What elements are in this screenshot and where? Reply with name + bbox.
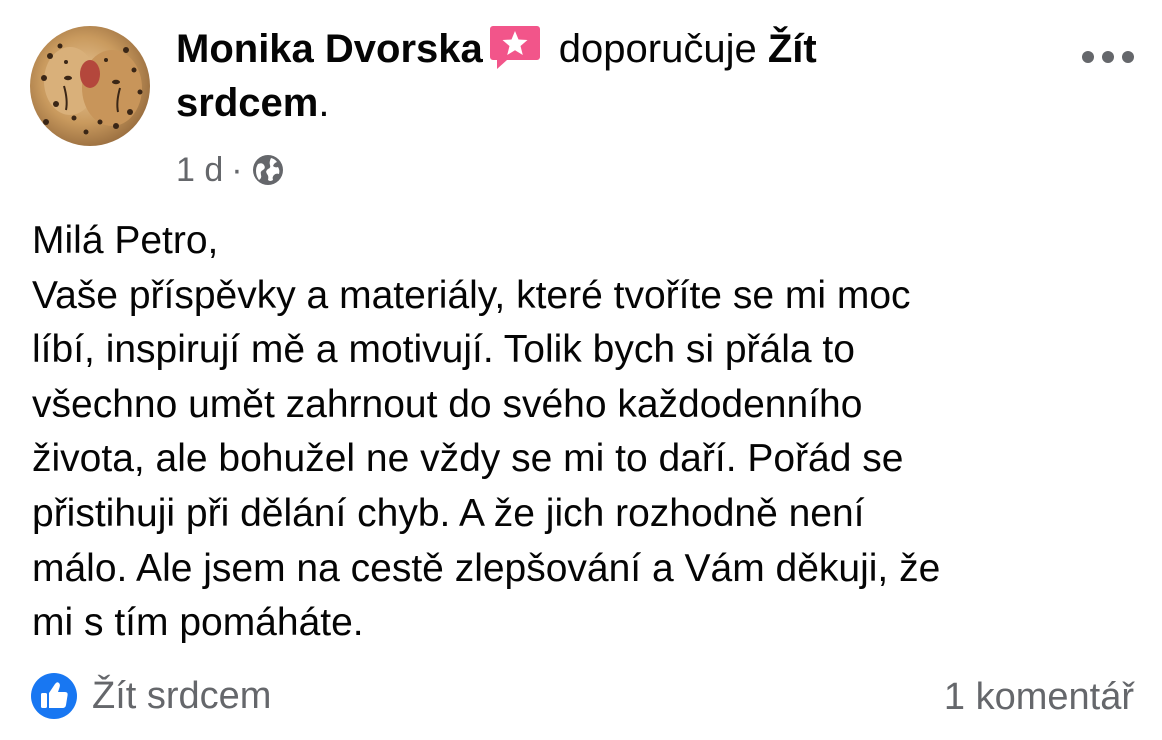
more-options-icon xyxy=(1082,51,1094,63)
post-body-line: přistihuji při dělání chyb. A že jich ro… xyxy=(32,491,865,535)
more-options-button[interactable] xyxy=(1082,42,1134,72)
author-avatar[interactable] xyxy=(30,26,150,146)
post-body-line: Vaše příspěvky a materiály, které tvořít… xyxy=(32,273,911,317)
author-name[interactable]: Monika Dvorska xyxy=(176,27,483,71)
recommend-star-badge-icon xyxy=(489,24,541,70)
post-body: Milá Petro, Vaše příspěvky a materiály, … xyxy=(32,214,1132,651)
post-body-line: života, ale bohužel ne vždy se mi to dař… xyxy=(32,437,904,481)
like-icon xyxy=(30,672,78,720)
reaction-label: Žít srdcem xyxy=(92,674,272,717)
comments-count-link[interactable]: 1 komentář xyxy=(944,676,1134,719)
post-footer: Žít srdcem 1 komentář xyxy=(30,672,1134,724)
post-meta: 1 d · xyxy=(176,148,285,192)
cheetah-avatar-image xyxy=(30,26,150,146)
post-header: Monika Dvorska doporučuje Žít srdcem. xyxy=(176,22,936,130)
post-body-line: všechno umět zahrnout do svého každodenn… xyxy=(32,382,863,426)
post-body-line: málo. Ale jsem na cestě zlepšování a Vám… xyxy=(32,546,941,590)
post-body-line: Milá Petro, xyxy=(32,219,219,262)
meta-separator: · xyxy=(231,150,243,189)
header-period: . xyxy=(318,81,330,125)
recommend-verb: doporučuje xyxy=(558,27,757,71)
reactions-summary[interactable]: Žít srdcem xyxy=(30,672,271,720)
more-options-icon-dot xyxy=(1102,51,1114,63)
more-options-icon-dot xyxy=(1122,51,1134,63)
post-body-line: mi s tím pomáháte. xyxy=(32,601,364,645)
post-timestamp[interactable]: 1 d xyxy=(176,151,223,190)
globe-icon[interactable] xyxy=(251,153,285,187)
post-body-line: líbí, inspirují mě a motivují. Tolik byc… xyxy=(32,328,855,372)
